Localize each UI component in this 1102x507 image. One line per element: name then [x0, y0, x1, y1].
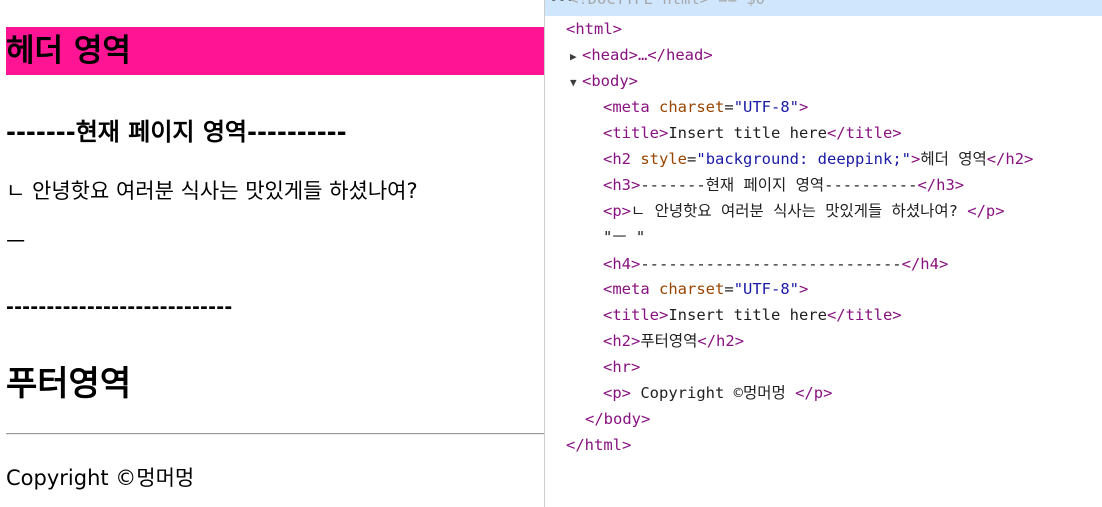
copyright-text: Copyright ©멍머멍: [6, 466, 195, 490]
node-p-2[interactable]: <p> Copyright ©멍머멍 </p>: [603, 380, 832, 406]
devtools-elements-panel: ••• <!DOCTYPE html> == $0 <html> ▶<head>…: [544, 0, 1102, 507]
current-page-heading: -------현재 페이지 영역----------: [6, 118, 347, 146]
node-text[interactable]: "ㅡ ": [603, 224, 645, 250]
node-h2-header[interactable]: <h2 style="background: deeppink;">헤더 영역<…: [603, 146, 1033, 172]
node-p-1[interactable]: <p>ㄴ 안녕핫요 여러분 식사는 맛있게들 하셨나여? </p>: [603, 198, 1005, 224]
node-meta-1[interactable]: <meta charset="UTF-8">: [603, 94, 808, 120]
dashes-heading: ----------------------------: [6, 296, 233, 318]
node-h2-footer[interactable]: <h2>푸터영역</h2>: [603, 328, 744, 354]
node-title-2[interactable]: <title>Insert title here</title>: [603, 302, 902, 328]
node-body-open[interactable]: ▼ <body>: [570, 68, 638, 94]
node-meta-2[interactable]: <meta charset="UTF-8">: [603, 276, 808, 302]
collapse-triangle-icon[interactable]: ▼: [570, 70, 582, 96]
node-html-open[interactable]: <html>: [566, 16, 622, 42]
selected-node-row[interactable]: ••• <!DOCTYPE html> == $0: [545, 0, 1102, 16]
horizontal-rule: [6, 433, 544, 435]
expand-triangle-icon[interactable]: ▶: [570, 44, 582, 70]
node-h3[interactable]: <h3>-------현재 페이지 영역----------</h3>: [603, 172, 964, 198]
footer-heading: 푸터영역: [6, 364, 132, 404]
doctype-node[interactable]: <!DOCTYPE html> == $0: [569, 0, 765, 8]
greeting-paragraph: ㄴ 안녕핫요 여러분 식사는 맛있게들 하셨나여?: [6, 179, 418, 203]
node-hr[interactable]: <hr>: [603, 354, 640, 380]
node-title-1[interactable]: <title>Insert title here</title>: [603, 120, 902, 146]
rendered-page: 헤더 영역 -------현재 페이지 영역---------- ㄴ 안녕핫요 …: [0, 0, 544, 507]
node-h4[interactable]: <h4>----------------------------</h4>: [603, 251, 948, 277]
node-html-close[interactable]: </html>: [566, 432, 631, 458]
trailing-text: ㅡ: [6, 230, 26, 254]
node-body-close[interactable]: </body>: [585, 406, 650, 432]
header-heading: 헤더 영역: [6, 27, 544, 75]
node-head[interactable]: ▶ <head>…</head>: [570, 42, 713, 68]
